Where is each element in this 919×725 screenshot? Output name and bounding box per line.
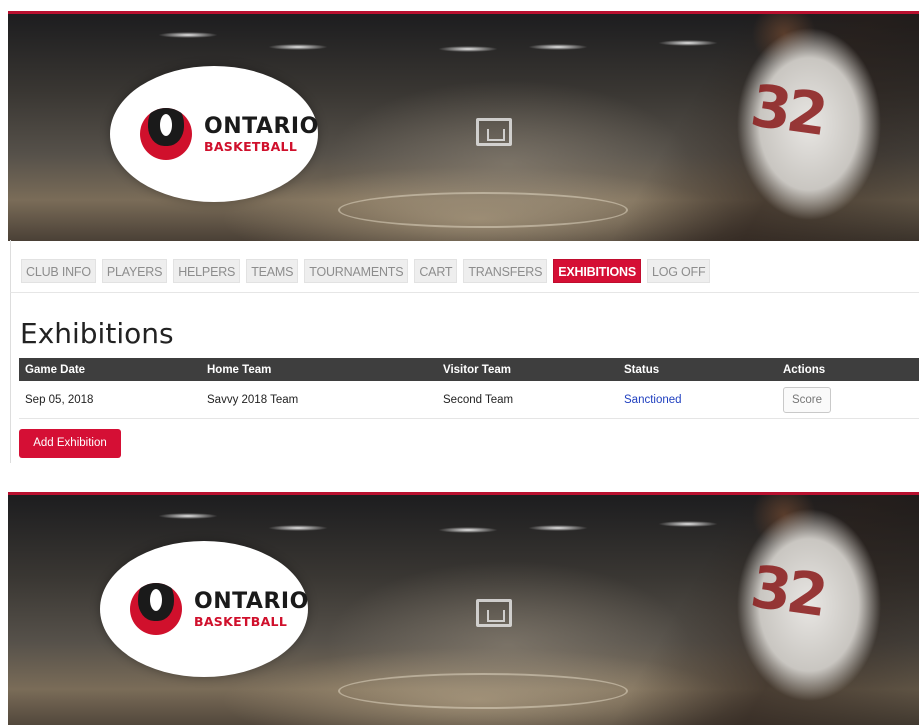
- arena-light: [528, 44, 588, 50]
- score-button[interactable]: Score: [783, 386, 831, 413]
- table-header: Game Date Home Team Visitor Team Status …: [19, 358, 919, 381]
- column-header-visitor-team[interactable]: Visitor Team: [443, 364, 511, 376]
- arena-light: [268, 44, 328, 50]
- column-header-home-team[interactable]: Home Team: [207, 364, 271, 376]
- arena-light: [268, 525, 328, 531]
- nav-players[interactable]: PLAYERS: [101, 259, 168, 283]
- nav-exhibitions[interactable]: EXHIBITIONS: [553, 259, 641, 283]
- nav-tournaments[interactable]: TOURNAMENTS: [304, 259, 409, 283]
- basketball-hoop-icon: [476, 118, 512, 146]
- nav-cart[interactable]: CART: [414, 259, 458, 283]
- arena-light: [438, 46, 498, 52]
- table-row: Sep 05, 2018 Savvy 2018 Team Second Team…: [19, 381, 919, 419]
- arena-light: [158, 32, 218, 38]
- ontario-basketball-logo-icon: [140, 108, 192, 160]
- main-nav: CLUB INFO PLAYERS HELPERS TEAMS TOURNAME…: [10, 240, 919, 293]
- court-floor: [338, 673, 628, 709]
- logo-text-ontario: ONTARIO: [194, 589, 309, 614]
- arena-light: [158, 513, 218, 519]
- logo-text-ontario: ONTARIO: [204, 114, 319, 139]
- cell-home-team: Savvy 2018 Team: [207, 393, 299, 406]
- site-logo[interactable]: ONTARIO BASKETBALL: [100, 541, 308, 677]
- court-floor: [338, 192, 628, 228]
- header-banner-repeat: 32 ONTARIO BASKETBALL: [8, 492, 919, 725]
- add-exhibition-button[interactable]: Add Exhibition: [19, 429, 121, 458]
- header-banner: 32 ONTARIO BASKETBALL: [8, 11, 919, 241]
- jersey-number: 32: [746, 71, 829, 149]
- logo-text-basketball: BASKETBALL: [204, 139, 298, 154]
- ontario-basketball-logo-icon: [130, 583, 182, 635]
- site-logo[interactable]: ONTARIO BASKETBALL: [110, 66, 318, 202]
- arena-light: [528, 525, 588, 531]
- page-title: Exhibitions: [20, 317, 174, 350]
- jersey-number: 32: [746, 552, 829, 630]
- column-header-game-date[interactable]: Game Date: [25, 364, 85, 376]
- nav-teams[interactable]: TEAMS: [246, 259, 299, 283]
- cell-game-date: Sep 05, 2018: [25, 393, 94, 406]
- arena-light: [438, 527, 498, 533]
- column-header-status[interactable]: Status: [624, 364, 659, 376]
- logo-text-basketball: BASKETBALL: [194, 614, 288, 629]
- nav-club-info[interactable]: CLUB INFO: [21, 259, 96, 283]
- exhibitions-table: Game Date Home Team Visitor Team Status …: [19, 358, 919, 419]
- nav-transfers[interactable]: TRANSFERS: [463, 259, 548, 283]
- nav-log-off[interactable]: LOG OFF: [646, 259, 711, 283]
- status-link[interactable]: Sanctioned: [624, 394, 682, 406]
- main-content: Exhibitions Game Date Home Team Visitor …: [10, 293, 919, 463]
- cell-visitor-team: Second Team: [443, 393, 514, 406]
- column-header-actions: Actions: [783, 363, 826, 376]
- nav-helpers[interactable]: HELPERS: [173, 259, 241, 283]
- basketball-hoop-icon: [476, 599, 512, 627]
